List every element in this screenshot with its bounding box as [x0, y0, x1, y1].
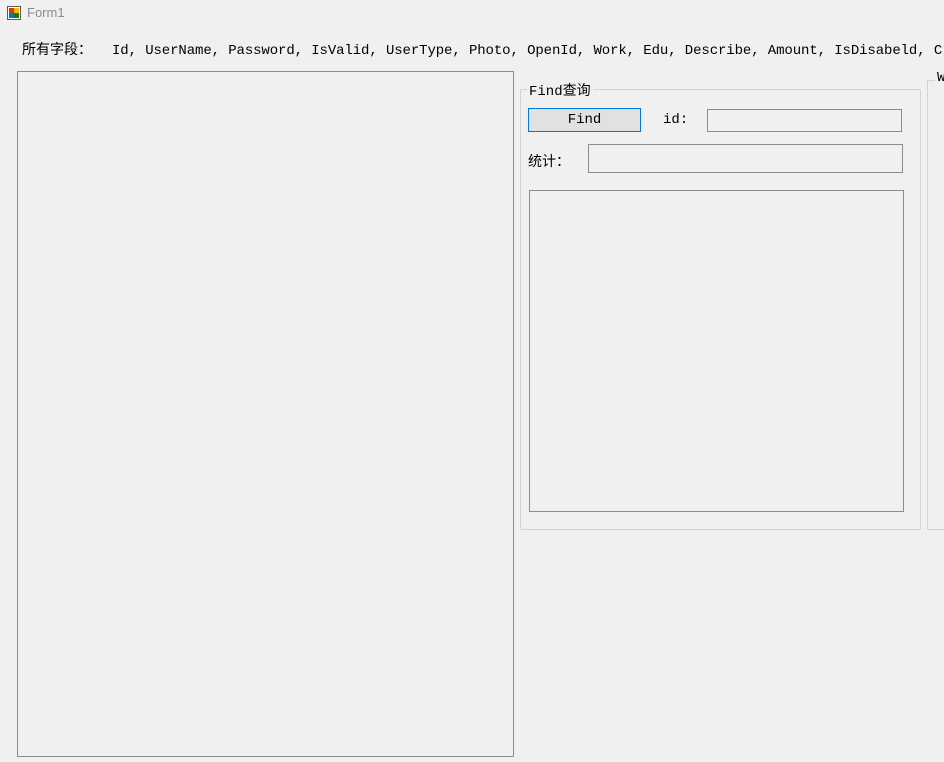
second-groupbox	[927, 80, 944, 530]
find-groupbox-legend: Find查询	[527, 80, 593, 100]
left-list-box[interactable]	[17, 71, 514, 757]
second-groupbox-legend: W	[935, 70, 944, 86]
find-legend-cjk: 查询	[562, 83, 591, 99]
result-text-area[interactable]	[529, 190, 904, 512]
all-fields-label: 所有字段：	[22, 42, 92, 58]
id-input[interactable]	[707, 109, 902, 132]
find-button[interactable]: Find	[528, 108, 641, 132]
count-label: 统计：	[528, 154, 570, 170]
find-legend-latin: Find	[529, 84, 563, 100]
all-fields-value: Id, UserName, Password, IsValid, UserTyp…	[112, 43, 944, 59]
title-bar[interactable]: Form1	[0, 0, 944, 26]
id-label: id:	[663, 112, 689, 128]
app-icon	[7, 6, 21, 20]
all-fields-row: 所有字段： Id, UserName, Password, IsValid, Us…	[22, 39, 944, 59]
window-title: Form1	[27, 5, 65, 20]
count-input[interactable]	[588, 144, 903, 173]
